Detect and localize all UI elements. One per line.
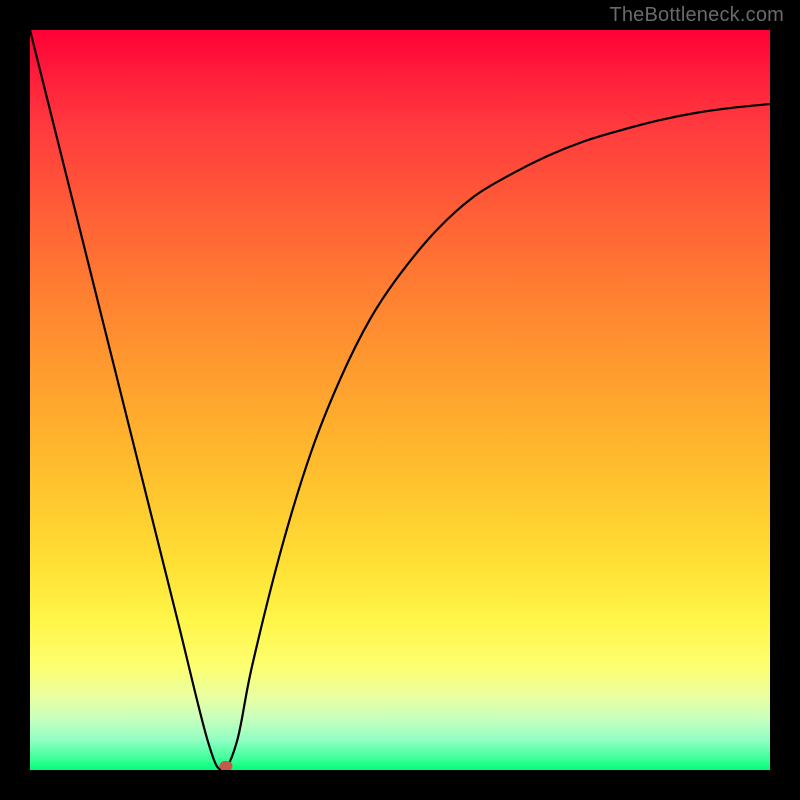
chart-frame: TheBottleneck.com: [0, 0, 800, 800]
optimum-marker: [220, 761, 233, 770]
watermark-text: TheBottleneck.com: [609, 4, 784, 27]
curve-path: [30, 30, 770, 770]
bottleneck-curve: [30, 30, 770, 770]
plot-area: [30, 30, 770, 770]
